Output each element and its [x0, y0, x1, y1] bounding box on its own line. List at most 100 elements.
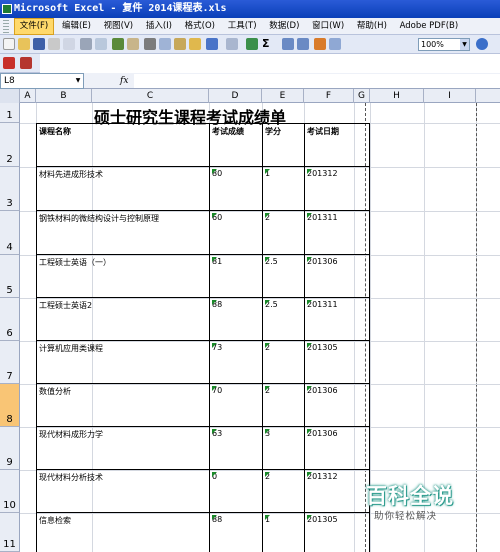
- sheet-title[interactable]: 硕士研究生课程考试成绩单: [94, 104, 286, 128]
- column-header-d[interactable]: D: [209, 89, 262, 103]
- course-cell[interactable]: 计算机应用类课程: [39, 343, 103, 354]
- row-header-5[interactable]: 5: [0, 255, 20, 298]
- course-cell[interactable]: 材料先进成形技术: [39, 169, 103, 180]
- credit-cell[interactable]: 2.5: [265, 300, 278, 309]
- course-cell[interactable]: 现代材料分析技术: [39, 472, 103, 483]
- format-painter-icon[interactable]: [189, 38, 201, 50]
- credit-cell[interactable]: 2: [265, 213, 270, 222]
- date-cell[interactable]: 201306: [307, 257, 338, 266]
- select-all-corner[interactable]: [0, 89, 20, 103]
- date-cell[interactable]: 201305: [307, 515, 338, 524]
- row-header-4[interactable]: 4: [0, 211, 20, 255]
- credit-cell[interactable]: 1: [265, 169, 270, 178]
- date-cell[interactable]: 201312: [307, 169, 338, 178]
- permission-icon[interactable]: [48, 38, 60, 50]
- menu-window[interactable]: 窗口(W): [307, 18, 349, 35]
- row-header-8[interactable]: 8: [0, 384, 20, 427]
- score-cell[interactable]: 60: [212, 213, 222, 222]
- paste-icon[interactable]: [174, 38, 186, 50]
- help-icon[interactable]: [476, 38, 488, 50]
- menu-tools[interactable]: 工具(T): [223, 18, 262, 35]
- drawing-icon[interactable]: [329, 38, 341, 50]
- row-header-9[interactable]: 9: [0, 427, 20, 470]
- new-document-icon[interactable]: [3, 38, 15, 50]
- undo-icon[interactable]: [206, 38, 218, 50]
- header-date[interactable]: 考试日期: [307, 126, 339, 137]
- course-cell[interactable]: 工程硕士英语2: [39, 300, 92, 311]
- score-cell[interactable]: 63: [212, 429, 222, 438]
- hyperlink-icon[interactable]: [246, 38, 258, 50]
- row-header-3[interactable]: 3: [0, 167, 20, 211]
- course-cell[interactable]: 信息检索: [39, 515, 71, 526]
- chart-wizard-icon[interactable]: [314, 38, 326, 50]
- credit-cell[interactable]: 2.5: [265, 257, 278, 266]
- score-cell[interactable]: 80: [212, 169, 222, 178]
- pdf-convert-icon[interactable]: [3, 57, 15, 69]
- function-icon[interactable]: fx: [120, 73, 128, 89]
- credit-cell[interactable]: 2: [265, 472, 270, 481]
- course-cell[interactable]: 数值分析: [39, 386, 71, 397]
- score-cell[interactable]: 70: [212, 386, 222, 395]
- save-icon[interactable]: [33, 38, 45, 50]
- chevron-down-icon[interactable]: ▼: [73, 74, 83, 88]
- credit-cell[interactable]: 3: [265, 429, 270, 438]
- spelling-icon[interactable]: [112, 38, 124, 50]
- column-header-b[interactable]: B: [36, 89, 92, 103]
- score-cell[interactable]: 88: [212, 300, 222, 309]
- row-header-10[interactable]: 10: [0, 470, 20, 513]
- header-score[interactable]: 考试成绩: [212, 126, 244, 137]
- date-cell[interactable]: 201306: [307, 386, 338, 395]
- course-cell[interactable]: 工程硕士英语（一）: [39, 257, 111, 268]
- score-cell[interactable]: 73: [212, 343, 222, 352]
- menu-view[interactable]: 视图(V): [99, 18, 138, 35]
- redo-icon[interactable]: [226, 38, 238, 50]
- date-cell[interactable]: 201311: [307, 213, 338, 222]
- chevron-down-icon[interactable]: ▼: [460, 39, 469, 50]
- column-header-e[interactable]: E: [262, 89, 304, 103]
- menu-data[interactable]: 数据(D): [264, 18, 304, 35]
- score-cell[interactable]: 0: [212, 472, 217, 481]
- cut-icon[interactable]: [144, 38, 156, 50]
- credit-cell[interactable]: 2: [265, 343, 270, 352]
- menu-file[interactable]: 文件(F): [13, 18, 55, 35]
- formula-input[interactable]: [134, 74, 500, 88]
- credit-cell[interactable]: 2: [265, 386, 270, 395]
- print-preview-icon[interactable]: [95, 38, 107, 50]
- column-header-c[interactable]: C: [92, 89, 209, 103]
- date-cell[interactable]: 201311: [307, 300, 338, 309]
- menu-format[interactable]: 格式(O): [180, 18, 220, 35]
- date-cell[interactable]: 201305: [307, 343, 338, 352]
- credit-cell[interactable]: 1: [265, 515, 270, 524]
- menu-adobe-pdf[interactable]: Adobe PDF(B): [395, 18, 464, 35]
- score-cell[interactable]: 81: [212, 257, 222, 266]
- autosum-icon[interactable]: Σ: [262, 38, 274, 50]
- zoom-select[interactable]: 100% ▼: [418, 38, 470, 51]
- course-cell[interactable]: 钢铁材料的微结构设计与控制原理: [39, 213, 159, 224]
- menu-help[interactable]: 帮助(H): [352, 18, 392, 35]
- print-icon[interactable]: [80, 38, 92, 50]
- date-cell[interactable]: 201306: [307, 429, 338, 438]
- sort-descending-icon[interactable]: [297, 38, 309, 50]
- open-folder-icon[interactable]: [18, 38, 30, 50]
- copy-icon[interactable]: [159, 38, 171, 50]
- row-header-1[interactable]: 1: [0, 103, 20, 123]
- pdf-email-icon[interactable]: [20, 57, 32, 69]
- sort-ascending-icon[interactable]: [282, 38, 294, 50]
- research-icon[interactable]: [127, 38, 139, 50]
- menu-grip-handle[interactable]: [3, 20, 9, 33]
- row-header-7[interactable]: 7: [0, 341, 20, 384]
- date-cell[interactable]: 201312: [307, 472, 338, 481]
- menu-edit[interactable]: 编辑(E): [57, 18, 96, 35]
- score-cell[interactable]: 88: [212, 515, 222, 524]
- name-box[interactable]: L8 ▼: [0, 73, 84, 89]
- window-title-bar[interactable]: Microsoft Excel - 复件 2014课程表.xls: [0, 0, 500, 18]
- row-header-11[interactable]: 11: [0, 513, 20, 552]
- header-credit[interactable]: 学分: [265, 126, 281, 137]
- column-header-a[interactable]: A: [20, 89, 36, 103]
- column-header-g[interactable]: G: [354, 89, 370, 103]
- row-header-6[interactable]: 6: [0, 298, 20, 341]
- column-header-h[interactable]: H: [370, 89, 424, 103]
- column-header-f[interactable]: F: [304, 89, 354, 103]
- menu-insert[interactable]: 插入(I): [141, 18, 177, 35]
- row-header-2[interactable]: 2: [0, 123, 20, 167]
